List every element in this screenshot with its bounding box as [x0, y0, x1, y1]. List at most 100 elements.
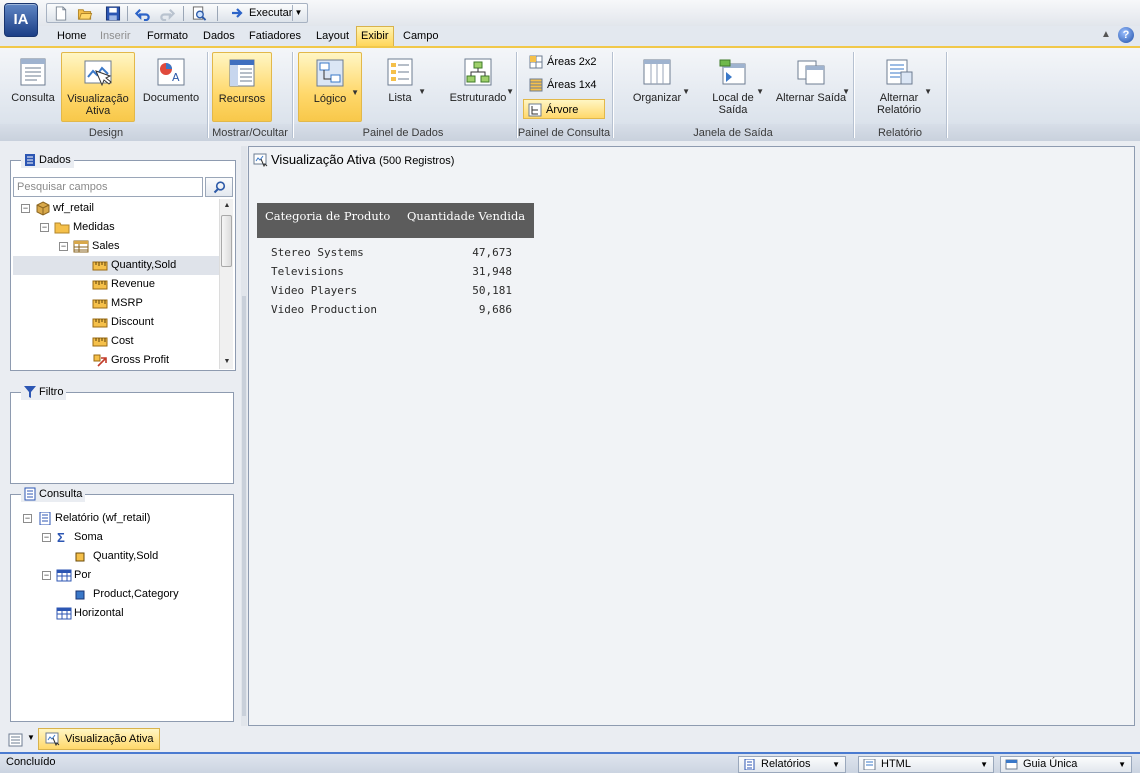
panel-splitter[interactable] — [241, 146, 247, 726]
dropdown-arrow-icon[interactable]: ▼ — [842, 86, 850, 98]
open-folder-icon[interactable] — [77, 6, 93, 21]
collapse-toggle[interactable]: − — [59, 242, 68, 251]
collapse-toggle[interactable]: − — [42, 533, 51, 542]
lista-button[interactable]: Lista ▼ — [372, 52, 428, 122]
filtro-panel: Filtro — [10, 384, 234, 484]
group-label-relatorio: Relatório — [877, 127, 923, 139]
query-item-soma[interactable]: − Σ Soma — [21, 528, 221, 547]
quick-access-toolbar: Executar ▼ — [46, 3, 308, 23]
tree-scrollbar[interactable]: ▲ ▼ — [219, 199, 233, 369]
status-text: Concluído — [6, 756, 56, 768]
tab-campo[interactable]: Campo — [399, 26, 442, 46]
window-list-button[interactable]: ▼ — [8, 731, 36, 749]
tree-item-sales[interactable]: − Sales — [13, 237, 219, 256]
run-button[interactable]: Executar — [229, 5, 292, 21]
computed-field-icon — [93, 354, 107, 367]
dados-panel-title: Dados — [21, 152, 74, 168]
report-header: Categoria de Produto Quantidade Vendida — [257, 203, 534, 238]
structured-view-icon — [464, 58, 492, 86]
tab-inserir[interactable]: Inserir — [96, 26, 135, 46]
areas-2x2-button[interactable]: Áreas 2x2 — [525, 52, 597, 72]
local-de-saida-button[interactable]: Local de Saída ▼ — [700, 52, 766, 122]
help-icon[interactable]: ? — [1118, 27, 1134, 43]
collapse-ribbon-icon[interactable]: ▲ — [1100, 29, 1112, 41]
query-item-quantity-sold[interactable]: Quantity,Sold — [21, 547, 221, 566]
dropdown-arrow-icon[interactable]: ▼ — [418, 86, 426, 98]
window-mode-dropdown[interactable]: Guia Única ▼ — [1000, 756, 1132, 773]
tree-item-msrp[interactable]: MSRP — [13, 294, 219, 313]
separator — [217, 6, 218, 21]
alternar-relatorio-button[interactable]: Alternar Relatório ▼ — [864, 52, 934, 122]
documento-button[interactable]: A Documento — [140, 52, 202, 122]
tree-item-wf-retail[interactable]: − wf_retail — [13, 199, 219, 218]
dropdown-arrow-icon: ▼ — [832, 760, 840, 769]
organizar-button[interactable]: Organizar ▼ — [622, 52, 692, 122]
scroll-up-icon[interactable]: ▲ — [220, 199, 234, 213]
output-title: Visualização Ativa (500 Registros) — [253, 151, 454, 169]
group-label-painel-de-dados: Painel de Dados — [362, 127, 444, 139]
tree-item-medidas[interactable]: − Medidas — [13, 218, 219, 237]
save-icon[interactable] — [105, 6, 121, 21]
collapse-toggle[interactable]: − — [21, 204, 30, 213]
tab-formato[interactable]: Formato — [143, 26, 192, 46]
recursos-button[interactable]: Recursos — [212, 52, 272, 122]
redo-icon[interactable] — [159, 6, 175, 21]
query-item-por[interactable]: − Por — [21, 566, 221, 585]
group-label-janela-de-saida: Janela de Saída — [693, 127, 773, 139]
print-preview-icon[interactable] — [191, 6, 207, 21]
tree-item-gross-profit[interactable]: Gross Profit — [13, 351, 219, 369]
tab-fatiadores[interactable]: Fatiadores — [245, 26, 305, 46]
arvore-button[interactable]: Árvore — [523, 99, 605, 119]
output-type-html-dropdown[interactable]: HTML ▼ — [858, 756, 994, 773]
document-icon: A — [157, 58, 185, 86]
tree-item-discount[interactable]: Discount — [13, 313, 219, 332]
tab-layout[interactable]: Layout — [312, 26, 353, 46]
run-dropdown-button[interactable]: ▼ — [292, 5, 304, 21]
group-label-mostrar-ocultar: Mostrar/Ocultar — [212, 127, 288, 139]
visualizacao-ativa-button[interactable]: Visualização Ativa — [61, 52, 135, 122]
search-fields-input[interactable] — [13, 177, 203, 197]
switch-output-icon — [797, 60, 825, 85]
tab-exibir[interactable]: Exibir — [356, 26, 394, 46]
logico-button[interactable]: Lógico ▼ — [298, 52, 362, 122]
undo-icon[interactable] — [135, 6, 151, 21]
query-item-product-category[interactable]: Product,Category — [21, 585, 221, 604]
consulta-button[interactable]: Consulta — [8, 52, 58, 122]
dropdown-arrow-icon[interactable]: ▼ — [506, 86, 514, 98]
query-item-relatorio[interactable]: − Relatório (wf_retail) — [21, 509, 221, 528]
measure-icon — [92, 318, 108, 328]
search-button[interactable] — [205, 177, 233, 197]
logical-view-icon — [316, 59, 344, 87]
dropdown-arrow-icon[interactable]: ▼ — [351, 87, 359, 99]
tree-item-revenue[interactable]: Revenue — [13, 275, 219, 294]
scrollbar-thumb[interactable] — [221, 215, 232, 267]
dropdown-arrow-icon[interactable]: ▼ — [924, 86, 932, 98]
list-view-icon — [387, 58, 413, 86]
cube-icon — [36, 201, 50, 216]
scroll-down-icon[interactable]: ▼ — [220, 355, 234, 369]
query-item-horizontal[interactable]: Horizontal — [21, 604, 221, 623]
collapse-toggle[interactable]: − — [23, 514, 32, 523]
collapse-toggle[interactable]: − — [40, 223, 49, 232]
sigma-icon: Σ — [57, 530, 65, 545]
tab-dados[interactable]: Dados — [199, 26, 239, 46]
alternar-saida-button[interactable]: Alternar Saída ▼ — [770, 52, 852, 122]
new-document-icon[interactable] — [53, 6, 69, 21]
tree-item-cost[interactable]: Cost — [13, 332, 219, 351]
dropdown-arrow-icon[interactable]: ▼ — [756, 86, 764, 98]
report-row: Video Players 50,181 — [271, 284, 512, 297]
consulta-panel-title: Consulta — [21, 486, 86, 502]
report-row: Stereo Systems 47,673 — [271, 246, 512, 259]
window-tab-visualizacao-ativa[interactable]: Visualização Ativa — [38, 728, 161, 750]
estruturado-button[interactable]: Estruturado ▼ — [440, 52, 516, 122]
app-menu-button[interactable]: IA — [4, 3, 38, 37]
tab-home[interactable]: Home — [53, 26, 90, 46]
splitter-grip[interactable] — [242, 296, 246, 716]
dropdown-arrow-icon[interactable]: ▼ — [682, 86, 690, 98]
collapse-toggle[interactable]: − — [42, 571, 51, 580]
tree-item-quantity-sold[interactable]: Quantity,Sold — [13, 256, 219, 275]
measure-icon — [92, 261, 108, 271]
areas-1x4-button[interactable]: Áreas 1x4 — [525, 75, 597, 95]
status-bar: Concluído Relatórios ▼ HTML ▼ Guia Única… — [0, 752, 1140, 773]
output-format-reports-dropdown[interactable]: Relatórios ▼ — [738, 756, 846, 773]
